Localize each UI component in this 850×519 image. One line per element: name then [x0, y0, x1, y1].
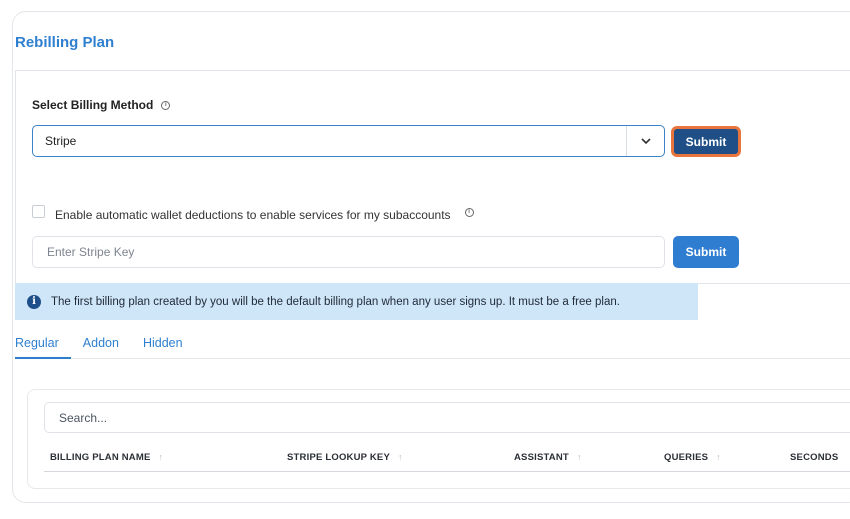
column-billing-plan-name[interactable]: BILLING PLAN NAME ↑	[50, 452, 163, 463]
billing-method-select[interactable]: Stripe	[32, 125, 665, 157]
chevron-down-icon[interactable]	[626, 126, 664, 156]
wallet-checkbox-label: Enable automatic wallet deductions to en…	[55, 208, 451, 222]
column-label: BILLING PLAN NAME	[50, 452, 151, 463]
page-title: Rebilling Plan	[15, 34, 115, 51]
column-label: ASSISTANT	[514, 452, 569, 463]
table-header: BILLING PLAN NAME ↑ STRIPE LOOKUP KEY ↑ AS…	[44, 442, 850, 472]
info-filled-icon: i	[27, 294, 41, 309]
tab-hidden[interactable]: Hidden	[131, 332, 195, 359]
column-queries[interactable]: QUERIES ↑	[664, 452, 721, 463]
column-label: SECONDS	[790, 452, 839, 463]
sort-arrow-icon[interactable]: ↑	[716, 452, 721, 462]
wallet-checkbox-row: Enable automatic wallet deductions to en…	[32, 204, 474, 222]
wallet-deduction-checkbox[interactable]	[32, 204, 45, 218]
billing-plans-table-card: Search... BILLING PLAN NAME ↑ STRIPE LOOK…	[27, 389, 850, 489]
search-input[interactable]: Search...	[44, 402, 850, 433]
billing-method-card: Select Billing Method i Stripe Submit	[15, 70, 850, 173]
billing-method-label-row: Select Billing Method i	[32, 98, 171, 112]
plan-tabs: Regular Addon Hidden	[15, 332, 850, 359]
sort-arrow-icon[interactable]: ↑	[577, 452, 582, 462]
column-stripe-lookup-key[interactable]: STRIPE LOOKUP KEY ↑	[287, 452, 403, 463]
column-seconds[interactable]: SECONDS	[790, 452, 838, 463]
stripe-key-submit-button[interactable]: Submit	[673, 236, 739, 268]
sort-arrow-icon[interactable]: ↑	[398, 452, 403, 462]
column-label: STRIPE LOOKUP KEY	[287, 452, 390, 463]
column-assistant[interactable]: ASSISTANT ↑	[514, 452, 582, 463]
billing-method-selected-value: Stripe	[45, 134, 77, 148]
rebilling-plan-panel: Rebilling Plan Select Billing Method i S…	[12, 11, 850, 503]
default-plan-notice: i The first billing plan created by you …	[15, 283, 698, 320]
stripe-key-input[interactable]: Enter Stripe Key	[32, 236, 665, 268]
sort-arrow-icon[interactable]: ↑	[159, 452, 164, 462]
notice-text: The first billing plan created by you wi…	[51, 295, 620, 308]
info-circle-icon[interactable]: i	[464, 207, 474, 217]
billing-method-label: Select Billing Method	[32, 98, 154, 112]
billing-method-submit-button[interactable]: Submit	[671, 126, 741, 157]
info-circle-icon[interactable]: i	[161, 100, 171, 110]
tab-regular[interactable]: Regular	[15, 332, 71, 359]
wallet-card: Enable automatic wallet deductions to en…	[15, 172, 850, 284]
column-label: QUERIES	[664, 452, 709, 463]
tab-addon[interactable]: Addon	[71, 332, 131, 359]
